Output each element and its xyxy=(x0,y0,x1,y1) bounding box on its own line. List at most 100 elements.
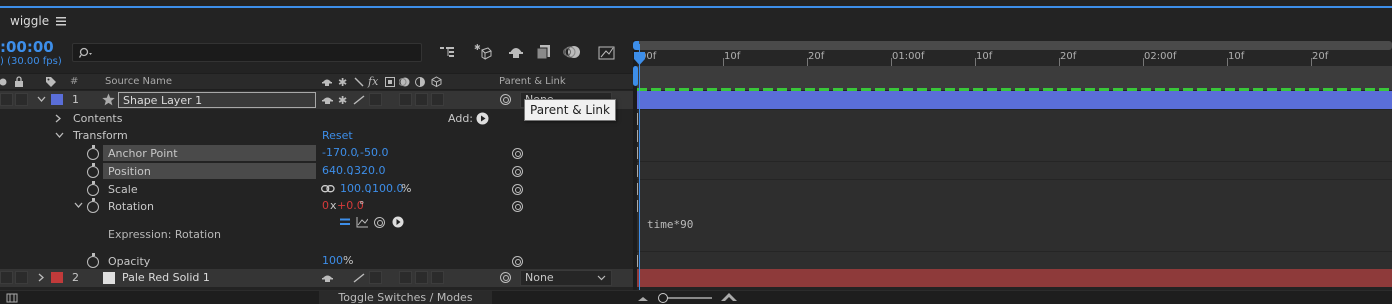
property-pickwhip-icon[interactable] xyxy=(512,256,523,267)
add-menu-icon[interactable] xyxy=(476,112,489,125)
shape-layer-bar[interactable] xyxy=(637,91,1392,109)
chevron-down-icon[interactable] xyxy=(37,96,46,103)
layer-row-2[interactable]: 2 Pale Red Solid 1 None xyxy=(0,269,633,287)
chevron-right-icon[interactable] xyxy=(38,273,45,282)
stopwatch-icon[interactable] xyxy=(87,145,99,160)
frame-blending-icon[interactable] xyxy=(536,44,552,60)
frame-blend-switch[interactable] xyxy=(399,93,412,106)
layer-label-color[interactable] xyxy=(51,94,63,105)
property-pickwhip-icon[interactable] xyxy=(512,184,523,195)
scale-x[interactable]: 100.0 xyxy=(340,182,372,195)
chevron-right-icon[interactable] xyxy=(55,114,62,123)
chevron-down-icon[interactable] xyxy=(55,132,64,139)
scale-unit: % xyxy=(401,182,412,195)
chevron-down-icon[interactable] xyxy=(74,202,83,209)
search-input[interactable] xyxy=(72,43,422,62)
column-header: # Source Name ✱ fx Parent & Link xyxy=(0,73,633,90)
stopwatch-icon[interactable] xyxy=(87,181,99,196)
layer-number: 1 xyxy=(72,93,79,106)
time-navigator[interactable] xyxy=(637,41,1392,50)
expression-text[interactable]: time*90 xyxy=(647,218,693,231)
graph-editor-icon[interactable] xyxy=(598,44,616,60)
layer-label-color[interactable] xyxy=(51,272,63,283)
anchor-point-row[interactable]: Anchor Point -170.0 , -50.0 xyxy=(0,144,633,162)
work-area-bar[interactable] xyxy=(637,66,1392,90)
zoom-in-icon[interactable] xyxy=(720,292,738,302)
playhead-line[interactable] xyxy=(639,44,640,292)
hamburger-menu-icon[interactable] xyxy=(56,17,66,26)
lock-switch[interactable] xyxy=(15,271,28,284)
reset-link[interactable]: Reset xyxy=(322,129,353,142)
timecode[interactable]: :00:00 xyxy=(0,38,54,56)
timeline-row-position xyxy=(637,162,1392,180)
rotation-turns[interactable]: 0 xyxy=(322,199,329,212)
stopwatch-icon[interactable] xyxy=(87,163,99,178)
toggle-switches-modes-button[interactable]: Toggle Switches / Modes xyxy=(319,291,492,304)
shy-switch-icon[interactable] xyxy=(322,273,333,283)
lock-header-icon xyxy=(14,76,24,87)
anchor-point-x[interactable]: -170.0 xyxy=(322,146,357,159)
quality-switch-icon[interactable] xyxy=(353,273,365,283)
render-time-icon[interactable] xyxy=(6,292,18,304)
scale-row[interactable]: Scale 100.0 , 100.0 % xyxy=(0,180,633,198)
opacity-row[interactable]: Opacity 100 % xyxy=(0,252,633,270)
layer-name[interactable]: Pale Red Solid 1 xyxy=(122,271,210,284)
collapse-switch-icon[interactable]: ✱ xyxy=(338,94,349,105)
solid-layer-bar[interactable] xyxy=(637,269,1392,287)
stopwatch-icon[interactable] xyxy=(87,253,99,268)
contents-row[interactable]: Contents Add: xyxy=(0,110,633,128)
expression-row[interactable]: Expression: Rotation xyxy=(0,214,633,252)
expression-pickwhip-icon[interactable] xyxy=(374,217,385,228)
3d-switch[interactable] xyxy=(431,271,444,284)
opacity-value[interactable]: 100 xyxy=(322,254,343,267)
draft-3d-icon[interactable]: ✱ xyxy=(474,44,492,60)
keyframe-indicator-line xyxy=(637,88,1392,91)
3d-switch[interactable] xyxy=(431,93,444,106)
position-y[interactable]: 320.0 xyxy=(354,164,386,177)
ruler[interactable]: 00f10f20f01:00f10f20f02:00f10f20f03 xyxy=(637,50,1392,66)
column-parent-link[interactable]: Parent & Link xyxy=(499,76,566,87)
parent-dropdown[interactable]: None xyxy=(520,270,612,286)
motion-blur-switch[interactable] xyxy=(415,271,428,284)
property-pickwhip-icon[interactable] xyxy=(512,148,523,159)
quality-switch-icon[interactable] xyxy=(353,95,365,105)
tab-title[interactable]: wiggle xyxy=(10,14,49,28)
shy-layers-icon[interactable] xyxy=(508,45,524,59)
parent-pickwhip-icon[interactable] xyxy=(500,272,511,283)
layer-name: Shape Layer 1 xyxy=(123,94,203,107)
column-source-name[interactable]: Source Name xyxy=(105,76,172,87)
expression-editor[interactable]: time*90 xyxy=(637,214,1392,252)
position-x[interactable]: 640.0 xyxy=(322,164,354,177)
motion-blur-icon[interactable] xyxy=(563,44,581,60)
ruler-tick-label: 20f xyxy=(1060,51,1077,62)
frame-blend-switch[interactable] xyxy=(399,271,412,284)
scale-y[interactable]: 100.0 xyxy=(372,182,404,195)
expression-graph-icon[interactable] xyxy=(356,217,368,228)
property-pickwhip-icon[interactable] xyxy=(512,166,523,177)
lock-switch[interactable] xyxy=(15,93,28,106)
expression-language-menu-icon[interactable] xyxy=(392,216,404,228)
zoom-out-icon[interactable] xyxy=(637,294,649,302)
work-area-start-handle[interactable] xyxy=(633,66,638,86)
anchor-point-y[interactable]: -50.0 xyxy=(360,146,388,159)
shy-switch-icon[interactable] xyxy=(322,95,333,105)
fx-switch[interactable] xyxy=(369,93,382,106)
stopwatch-icon[interactable] xyxy=(87,198,99,213)
property-pickwhip-icon[interactable] xyxy=(512,201,523,212)
layer-name-field[interactable]: Shape Layer 1 xyxy=(118,92,316,108)
video-switch[interactable] xyxy=(0,271,13,284)
constrain-proportions-link-icon[interactable] xyxy=(321,185,335,193)
parent-pickwhip-icon[interactable] xyxy=(500,94,511,105)
playhead-handle[interactable] xyxy=(633,52,646,66)
motion-blur-switch[interactable] xyxy=(415,93,428,106)
search-icon xyxy=(79,47,95,59)
fx-switch[interactable] xyxy=(369,271,382,284)
expression-enable-icon[interactable] xyxy=(340,218,350,226)
composition-flowchart-icon[interactable] xyxy=(440,45,456,59)
navigator-start-handle[interactable] xyxy=(633,41,639,50)
transform-row[interactable]: Transform Reset xyxy=(0,127,633,145)
video-switch[interactable] xyxy=(0,93,13,106)
zoom-slider-thumb[interactable] xyxy=(658,293,668,303)
rotation-row[interactable]: Rotation 0 x +0.0 ° xyxy=(0,197,633,215)
position-row[interactable]: Position 640.0 , 320.0 xyxy=(0,162,633,180)
